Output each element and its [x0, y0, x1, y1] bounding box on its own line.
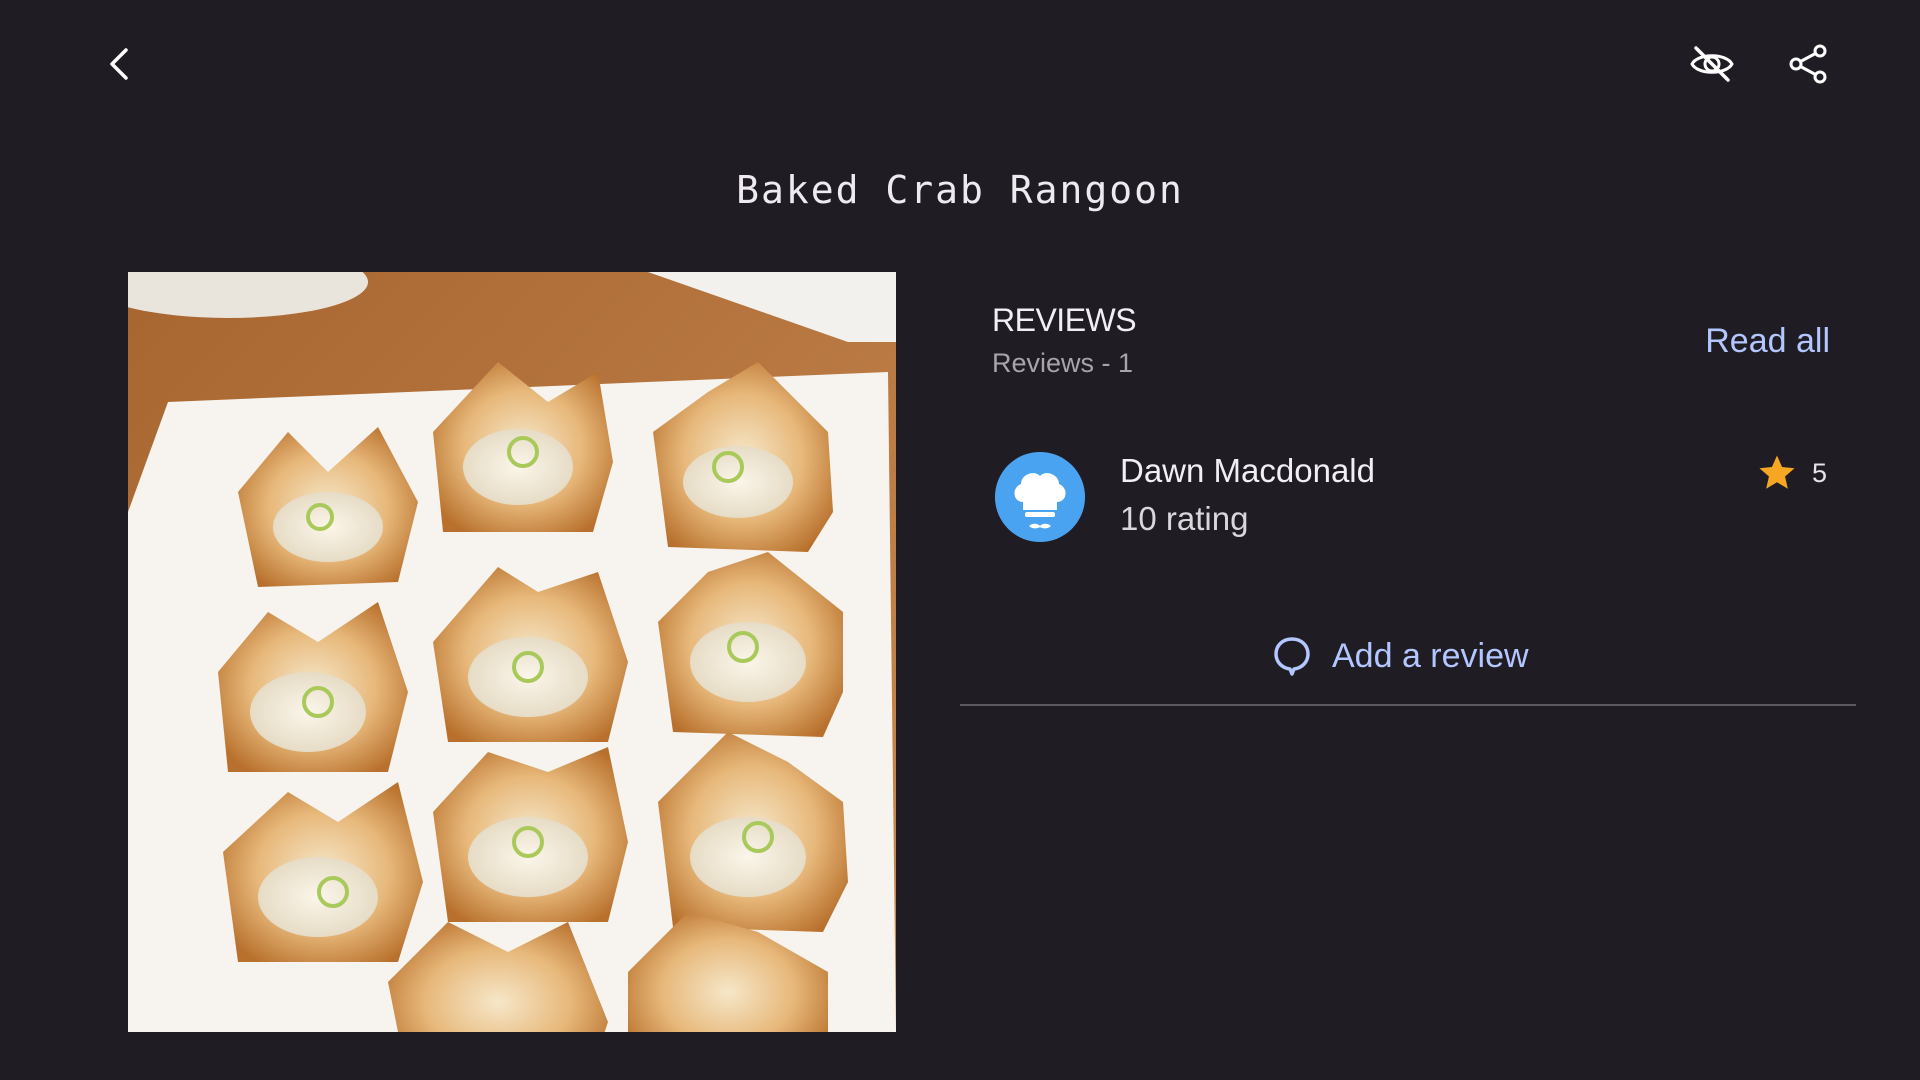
back-button[interactable] — [88, 32, 152, 96]
eye-off-icon — [1690, 46, 1734, 82]
chef-hat-icon — [995, 452, 1085, 542]
share-icon — [1789, 44, 1827, 84]
star-icon — [1759, 455, 1795, 489]
reviews-heading: REVIEWS — [992, 302, 1137, 338]
reviewer-name: Dawn Macdonald — [1120, 452, 1375, 489]
add-review-button[interactable]: Add a review — [1272, 632, 1529, 680]
recipe-photo — [128, 272, 896, 1032]
share-button[interactable] — [1776, 32, 1840, 96]
recipe-title: Baked Crab Rangoon — [736, 168, 1184, 212]
comment-bubble-icon — [1274, 637, 1310, 676]
add-review-label: Add a review — [1332, 636, 1529, 675]
divider — [960, 704, 1856, 706]
chevron-left-icon — [110, 48, 128, 80]
recipe-image — [128, 272, 896, 1032]
avatar — [995, 452, 1085, 542]
hide-recipe-button[interactable] — [1680, 32, 1744, 96]
read-all-link[interactable]: Read all — [1680, 322, 1830, 361]
recipe-detail-page: Baked Crab Rangoon REVIEWS Reviews - 1 R… — [0, 0, 1920, 1080]
reviews-count: Reviews - 1 — [992, 348, 1134, 378]
star-value: 5 — [1812, 457, 1828, 488]
review-item[interactable]: Dawn Macdonald 10 rating 5 — [992, 448, 1828, 548]
reviewer-rating-count: 10 rating — [1120, 500, 1249, 537]
review-stars: 5 — [1756, 452, 1827, 494]
